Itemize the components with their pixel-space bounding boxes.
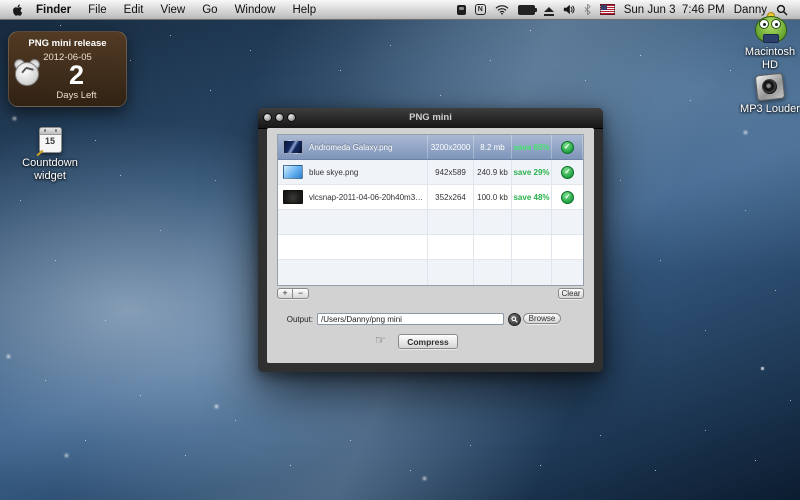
table-row[interactable]: vlcsnap-2011-04-06-20h40m36s165.png 352x… — [278, 185, 583, 210]
apple-menu-icon[interactable] — [12, 3, 24, 17]
widget-days-label: Days Left — [27, 90, 126, 101]
menu-bar-left: Finder File Edit View Go Window Help — [0, 3, 333, 17]
pointing-hand-icon: ☞ — [375, 333, 386, 347]
menu-item-view[interactable]: View — [161, 4, 186, 16]
table-row[interactable]: blue skye.png 942x589 240.9 kb save 29% … — [278, 160, 583, 185]
thumbnail-sky — [283, 165, 303, 179]
file-table: Andromeda Galaxy.png 3200x2000 8.2 mb sa… — [277, 134, 584, 286]
cell-size: 100.0 kb — [474, 185, 512, 209]
menu-clock[interactable]: Sun Jun 3 7:46 PM — [624, 4, 725, 16]
cell-dimensions: 352x264 — [428, 185, 474, 209]
bluetooth-icon[interactable] — [584, 4, 591, 15]
cell-dimensions: 942x589 — [428, 160, 474, 184]
add-button[interactable]: + — [277, 288, 293, 299]
cell-size: 8.2 mb — [474, 135, 512, 159]
cell-status: ✓ — [552, 160, 583, 184]
status-app-icon[interactable] — [457, 5, 466, 15]
volume-icon[interactable] — [563, 4, 575, 15]
cell-filename: vlcsnap-2011-04-06-20h40m36s165.png — [278, 185, 428, 209]
table-row[interactable]: Andromeda Galaxy.png 3200x2000 8.2 mb sa… — [278, 135, 583, 160]
pen-icon — [36, 150, 43, 157]
countdown-widget-icon[interactable]: 15 Countdown widget — [8, 127, 92, 182]
window-content: Andromeda Galaxy.png 3200x2000 8.2 mb sa… — [267, 128, 594, 363]
calendar-day: 15 — [40, 136, 61, 146]
add-remove-group: + − — [277, 288, 309, 299]
cell-save: save 65% — [512, 135, 552, 159]
table-row-empty[interactable] — [278, 235, 583, 260]
input-menu-icon[interactable]: N — [475, 4, 486, 15]
speaker-icon — [755, 73, 786, 102]
window-titlebar[interactable]: PNG mini — [258, 108, 603, 129]
cell-filename: Andromeda Galaxy.png — [278, 135, 428, 159]
macintosh-hd-label: Macintosh HD — [740, 46, 800, 71]
remove-button[interactable]: − — [293, 288, 309, 299]
minimize-button[interactable] — [275, 113, 284, 122]
output-label: Output: — [267, 314, 313, 326]
widget-title: PNG mini release — [9, 38, 126, 49]
cell-size: 240.9 kb — [474, 160, 512, 184]
check-icon: ✓ — [561, 141, 574, 154]
calendar-icon: 15 — [39, 127, 62, 153]
menu-item-file[interactable]: File — [88, 4, 107, 16]
menu-item-window[interactable]: Window — [235, 4, 276, 16]
reveal-loupe-button[interactable] — [508, 313, 521, 326]
menu-item-finder[interactable]: Finder — [36, 4, 71, 16]
menu-item-edit[interactable]: Edit — [124, 4, 144, 16]
browse-button[interactable]: Browse — [523, 313, 561, 324]
wifi-icon[interactable] — [495, 4, 509, 15]
desktop-icon-mp3-louder[interactable]: MP3 Louder — [740, 74, 800, 116]
eject-icon[interactable] — [544, 7, 554, 12]
check-icon: ✓ — [561, 191, 574, 204]
menu-item-help[interactable]: Help — [292, 4, 316, 16]
table-row-empty[interactable] — [278, 260, 583, 285]
close-button[interactable] — [263, 113, 272, 122]
thumbnail-galaxy — [283, 140, 303, 154]
desktop: Finder File Edit View Go Window Help N — [0, 0, 800, 500]
cell-dimensions: 3200x2000 — [428, 135, 474, 159]
countdown-widget[interactable]: PNG mini release 2012-06-05 2 Days Left — [8, 31, 127, 107]
cell-save: save 29% — [512, 160, 552, 184]
thumbnail-vlcsnap — [283, 190, 303, 204]
png-mini-window: PNG mini Andromeda Galaxy.png 3200x2000 … — [258, 108, 603, 372]
battery-icon[interactable] — [518, 5, 535, 15]
zoom-button[interactable] — [287, 113, 296, 122]
widget-days-number: 2 — [27, 60, 126, 91]
table-row-empty[interactable] — [278, 210, 583, 235]
desktop-icon-macintosh-hd[interactable]: Macintosh HD — [740, 13, 800, 71]
macintosh-hd-icon — [754, 13, 786, 43]
cell-filename: blue skye.png — [278, 160, 428, 184]
cell-save: save 48% — [512, 185, 552, 209]
menu-item-go[interactable]: Go — [202, 4, 217, 16]
cell-status: ✓ — [552, 135, 583, 159]
clear-button[interactable]: Clear — [558, 288, 584, 299]
compress-button[interactable]: Compress — [398, 334, 458, 349]
menu-bar: Finder File Edit View Go Window Help N — [0, 0, 800, 20]
mp3-louder-label: MP3 Louder — [740, 103, 800, 116]
window-title: PNG mini — [409, 112, 452, 123]
countdown-icon-label: Countdown widget — [8, 157, 92, 182]
cell-status: ✓ — [552, 185, 583, 209]
check-icon: ✓ — [561, 166, 574, 179]
us-flag-icon[interactable] — [600, 4, 615, 15]
output-path-field[interactable] — [317, 313, 504, 325]
